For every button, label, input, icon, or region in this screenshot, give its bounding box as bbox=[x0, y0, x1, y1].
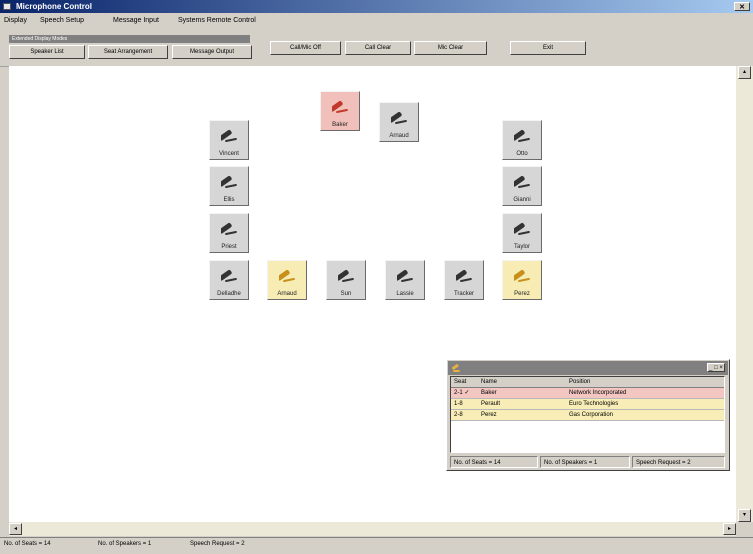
seat-name: Priest bbox=[221, 244, 237, 250]
row-name: Baker bbox=[481, 390, 497, 396]
tab-speaker-list[interactable]: Speaker List bbox=[9, 45, 85, 59]
column-seat[interactable]: Seat bbox=[454, 377, 466, 388]
call-mic-off-button[interactable]: Call/Mic Off bbox=[270, 41, 341, 55]
speaker-list-window: _ □ × Seat Name Position 2-1 ✓ Baker Net… bbox=[446, 359, 730, 471]
speaker-list-table: Seat Name Position 2-1 ✓ Baker Network I… bbox=[450, 376, 725, 453]
microphone-icon bbox=[332, 100, 348, 114]
seat-ellis[interactable]: Ellis bbox=[209, 166, 249, 206]
seat-perez[interactable]: Perez bbox=[502, 260, 542, 300]
microphone-icon bbox=[221, 269, 237, 283]
microphone-icon bbox=[391, 111, 407, 125]
table-header: Seat Name Position bbox=[451, 377, 724, 388]
menu-bar: Display Speech Setup Message Input Syste… bbox=[0, 13, 753, 29]
seat-lassie[interactable]: Lassie bbox=[385, 260, 425, 300]
seat-name: Ellis bbox=[223, 197, 235, 203]
seat-name: Arnaud bbox=[277, 291, 297, 297]
table-row[interactable]: 1-8 Perault Euro Technologies bbox=[451, 399, 724, 410]
row-seat: 2-1 ✓ bbox=[454, 390, 470, 396]
microphone-icon bbox=[338, 269, 354, 283]
seat-vincent[interactable]: Vincent bbox=[209, 120, 249, 160]
toolbar: Extended Display Modes Speaker List Seat… bbox=[0, 30, 753, 67]
seat-name: Delladhe bbox=[217, 291, 241, 297]
microphone-icon bbox=[279, 269, 295, 283]
column-position[interactable]: Position bbox=[569, 377, 590, 388]
microphone-icon bbox=[514, 222, 530, 236]
menu-speech-setup[interactable]: Speech Setup bbox=[40, 17, 84, 24]
microphone-icon bbox=[514, 175, 530, 189]
menu-message-input[interactable]: Message Input bbox=[113, 17, 159, 24]
seat-arnaud-bottom[interactable]: Arnaud bbox=[267, 260, 307, 300]
seat-name: Perez bbox=[514, 291, 530, 297]
window-title: Microphone Control bbox=[16, 2, 92, 11]
title-bar: Microphone Control ✕ bbox=[0, 0, 753, 13]
seat-gianni[interactable]: Gianni bbox=[502, 166, 542, 206]
seat-name: Arnaud bbox=[389, 133, 409, 139]
microphone-icon bbox=[514, 269, 530, 283]
microphone-icon bbox=[456, 269, 472, 283]
scroll-right-arrow[interactable]: ▸ bbox=[723, 523, 736, 535]
exit-button[interactable]: Exit bbox=[510, 41, 586, 55]
microphone-icon bbox=[221, 129, 237, 143]
speaker-list-titlebar[interactable]: _ □ × bbox=[448, 361, 728, 375]
vertical-scrollbar[interactable]: ▴ ▾ bbox=[736, 66, 753, 522]
status-bar: No. of Seats = 14 No. of Speakers = 1 Sp… bbox=[0, 537, 753, 554]
tab-seat-arrangement[interactable]: Seat Arrangement bbox=[88, 45, 168, 59]
table-row[interactable]: 2-8 Perez Gas Corporation bbox=[451, 410, 724, 421]
seat-taylor[interactable]: Taylor bbox=[502, 213, 542, 253]
speaker-list-status: No. of Seats = 14 No. of Speakers = 1 Sp… bbox=[450, 456, 725, 468]
status-speakers: No. of Speakers = 1 bbox=[540, 456, 630, 468]
seat-name: Vincent bbox=[219, 151, 239, 157]
horizontal-scrollbar[interactable]: ◂ ▸ bbox=[9, 522, 736, 536]
close-button[interactable]: ✕ bbox=[734, 2, 750, 11]
seat-name: Taylor bbox=[513, 244, 530, 250]
microphone-icon bbox=[397, 269, 413, 283]
row-name: Perault bbox=[481, 401, 501, 407]
table-row[interactable]: 2-1 ✓ Baker Network Incorporated bbox=[451, 388, 724, 399]
status-seats: No. of Seats = 14 bbox=[450, 456, 538, 468]
scroll-left-arrow[interactable]: ◂ bbox=[9, 523, 22, 535]
seat-name: Tracker bbox=[453, 291, 475, 297]
scroll-up-arrow[interactable]: ▴ bbox=[738, 66, 751, 79]
mic-clear-button[interactable]: Mic Clear bbox=[414, 41, 487, 55]
row-seat: 2-8 bbox=[454, 412, 463, 418]
status-requests: Speech Request = 2 bbox=[632, 456, 725, 468]
seat-name: Lassie bbox=[396, 291, 414, 297]
status-seats: No. of Seats = 14 bbox=[4, 541, 51, 547]
display-modes-caption: Extended Display Modes bbox=[9, 35, 250, 43]
microphone-icon bbox=[221, 222, 237, 236]
seat-priest[interactable]: Priest bbox=[209, 213, 249, 253]
menu-display[interactable]: Display bbox=[4, 17, 27, 24]
call-clear-button[interactable]: Call Clear bbox=[345, 41, 411, 55]
row-name: Perez bbox=[481, 412, 497, 418]
seat-name: Otto bbox=[516, 151, 528, 157]
menu-systems-remote-control[interactable]: Systems Remote Control bbox=[178, 17, 256, 24]
scroll-down-arrow[interactable]: ▾ bbox=[738, 509, 751, 522]
row-position: Gas Corporation bbox=[569, 412, 614, 418]
seat-tracker[interactable]: Tracker bbox=[444, 260, 484, 300]
column-name[interactable]: Name bbox=[481, 377, 497, 388]
row-position: Euro Technologies bbox=[569, 401, 619, 407]
seat-name: Sun bbox=[340, 291, 352, 297]
seat-name: Baker bbox=[332, 122, 348, 128]
row-position: Network Incorporated bbox=[569, 390, 627, 396]
microphone-icon bbox=[221, 175, 237, 189]
microphone-icon bbox=[514, 129, 530, 143]
seat-delladhe[interactable]: Delladhe bbox=[209, 260, 249, 300]
seat-sun[interactable]: Sun bbox=[326, 260, 366, 300]
microphone-icon bbox=[451, 364, 460, 372]
tab-message-output[interactable]: Message Output bbox=[172, 45, 252, 59]
window-controls[interactable]: _ □ × bbox=[707, 363, 725, 372]
status-speakers: No. of Speakers = 1 bbox=[98, 541, 152, 547]
status-requests: Speech Request = 2 bbox=[190, 541, 245, 547]
seat-baker[interactable]: Baker bbox=[320, 91, 360, 131]
seat-arnaud-top[interactable]: Arnaud bbox=[379, 102, 419, 142]
row-seat: 1-8 bbox=[454, 401, 463, 407]
app-icon bbox=[3, 3, 11, 10]
seat-otto[interactable]: Otto bbox=[502, 120, 542, 160]
seat-name: Gianni bbox=[513, 197, 531, 203]
